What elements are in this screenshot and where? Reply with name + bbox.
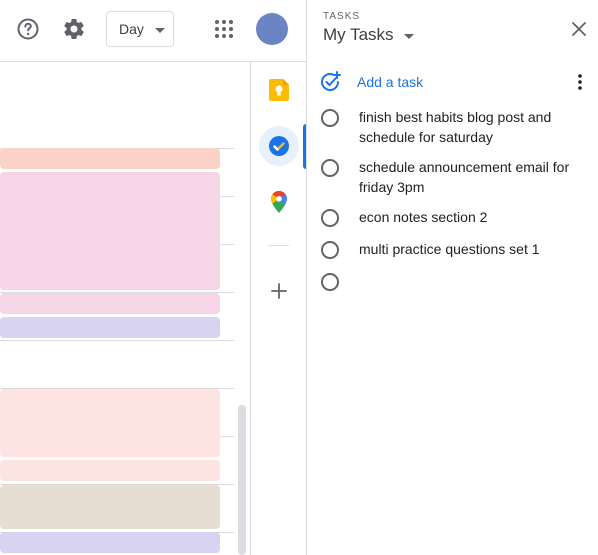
calendar-event[interactable] bbox=[0, 293, 220, 314]
calendar-event[interactable] bbox=[0, 532, 220, 553]
close-button[interactable] bbox=[564, 14, 594, 44]
help-button[interactable] bbox=[8, 9, 48, 49]
scrollbar-thumb[interactable] bbox=[238, 405, 246, 555]
calendar-event[interactable] bbox=[0, 172, 220, 290]
tasks-panel: TASKS My Tasks Add a task finish best ha… bbox=[306, 0, 598, 555]
apps-button[interactable] bbox=[204, 9, 244, 49]
keep-icon bbox=[269, 79, 289, 101]
task-complete-checkbox[interactable] bbox=[321, 109, 339, 127]
add-addon-button[interactable] bbox=[259, 271, 299, 311]
panel-label: TASKS bbox=[323, 11, 361, 22]
task-title[interactable]: finish best habits blog post and schedul… bbox=[359, 107, 579, 147]
calendar-day-grid bbox=[0, 62, 250, 555]
task-complete-checkbox[interactable] bbox=[321, 159, 339, 177]
top-bar: Day bbox=[0, 0, 306, 62]
task-title[interactable]: econ notes section 2 bbox=[359, 207, 579, 227]
task-complete-checkbox[interactable] bbox=[321, 273, 339, 291]
apps-grid-icon bbox=[215, 20, 233, 38]
calendar-event[interactable] bbox=[0, 460, 220, 481]
task-title[interactable]: schedule announcement email for friday 3… bbox=[359, 157, 579, 197]
settings-icon bbox=[64, 19, 84, 40]
hour-line bbox=[0, 340, 234, 341]
calendar-event[interactable] bbox=[0, 317, 220, 338]
maps-button[interactable] bbox=[259, 182, 299, 222]
more-options-button[interactable] bbox=[568, 68, 592, 96]
task-title[interactable]: multi practice questions set 1 bbox=[359, 239, 579, 259]
task-item[interactable]: econ notes section 2 bbox=[321, 209, 591, 227]
add-icon bbox=[271, 283, 287, 299]
view-selector-label: Day bbox=[119, 21, 144, 37]
task-item[interactable]: multi practice questions set 1 bbox=[321, 241, 591, 259]
tasks-icon bbox=[269, 136, 289, 156]
task-complete-checkbox[interactable] bbox=[321, 209, 339, 227]
tasks-button[interactable] bbox=[259, 126, 299, 166]
task-item-new[interactable] bbox=[321, 273, 591, 291]
task-item[interactable]: finish best habits blog post and schedul… bbox=[321, 109, 591, 147]
calendar-event[interactable] bbox=[0, 148, 220, 169]
rail-divider bbox=[269, 245, 289, 246]
side-panel-rail bbox=[251, 62, 306, 555]
more-vert-icon bbox=[578, 74, 582, 90]
calendar-event[interactable] bbox=[0, 389, 220, 457]
add-task-icon bbox=[321, 71, 341, 91]
task-complete-checkbox[interactable] bbox=[321, 241, 339, 259]
help-icon bbox=[17, 18, 39, 40]
chevron-down-icon bbox=[155, 28, 165, 33]
keep-button[interactable] bbox=[259, 70, 299, 110]
add-task-button[interactable]: Add a task bbox=[319, 70, 423, 94]
calendar-event[interactable] bbox=[0, 485, 220, 529]
task-item[interactable]: schedule announcement email for friday 3… bbox=[321, 159, 591, 197]
task-list-name: My Tasks bbox=[323, 25, 394, 44]
view-selector[interactable]: Day bbox=[106, 11, 174, 47]
maps-icon bbox=[271, 191, 287, 213]
close-icon bbox=[572, 22, 586, 36]
add-task-label: Add a task bbox=[357, 74, 424, 90]
avatar[interactable] bbox=[256, 13, 288, 45]
task-list-selector[interactable]: My Tasks bbox=[323, 25, 414, 49]
settings-button[interactable] bbox=[54, 9, 94, 49]
chevron-down-icon bbox=[403, 34, 414, 39]
